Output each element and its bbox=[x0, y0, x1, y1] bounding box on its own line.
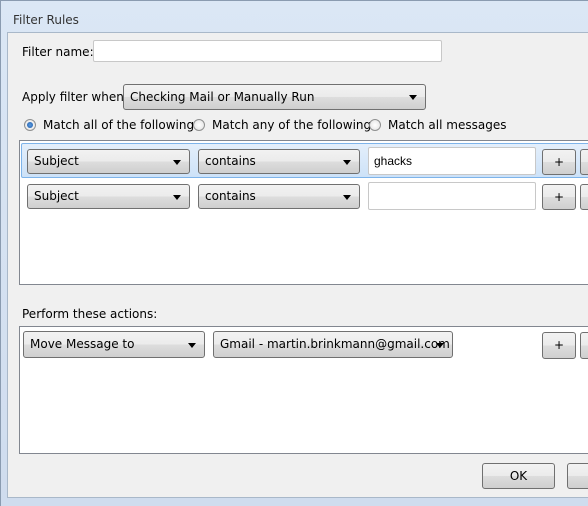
condition-2-remove-button[interactable] bbox=[580, 184, 588, 210]
condition-2-operator-select[interactable]: contains bbox=[198, 184, 360, 209]
action-1-remove-button[interactable] bbox=[580, 332, 588, 359]
action-1-target-value: Gmail - martin.brinkmann@gmail.com bbox=[220, 337, 450, 351]
radio-match-all-messages[interactable] bbox=[369, 119, 381, 131]
perform-actions-label: Perform these actions: bbox=[22, 307, 158, 321]
condition-1-add-button[interactable]: + bbox=[542, 149, 576, 175]
radio-match-any-label[interactable]: Match any of the following bbox=[212, 118, 371, 132]
chevron-down-icon bbox=[173, 160, 181, 165]
condition-1-operator-select[interactable]: contains bbox=[198, 149, 360, 174]
filter-name-input[interactable] bbox=[93, 40, 442, 62]
action-1-type-select[interactable]: Move Message to bbox=[23, 331, 205, 358]
cancel-button[interactable] bbox=[567, 463, 588, 489]
apply-filter-when-select[interactable]: Checking Mail or Manually Run bbox=[123, 84, 426, 110]
action-1-add-button[interactable]: + bbox=[542, 332, 576, 359]
apply-filter-when-label: Apply filter when: bbox=[22, 90, 128, 104]
filter-name-label: Filter name: bbox=[22, 45, 94, 59]
window-title: Filter Rules bbox=[13, 13, 79, 27]
action-1-target-select[interactable]: Gmail - martin.brinkmann@gmail.com bbox=[213, 331, 453, 358]
condition-2-operator-value: contains bbox=[205, 189, 256, 203]
chevron-down-icon bbox=[343, 195, 351, 200]
condition-1-remove-button[interactable] bbox=[580, 149, 588, 175]
condition-1-field-select[interactable]: Subject bbox=[27, 149, 190, 174]
chevron-down-icon bbox=[188, 343, 196, 348]
condition-2-value-input[interactable] bbox=[368, 182, 536, 210]
condition-1-value-input[interactable] bbox=[368, 147, 536, 175]
ok-button[interactable]: OK bbox=[482, 463, 555, 489]
action-1-type-value: Move Message to bbox=[30, 337, 135, 351]
condition-2-add-button[interactable]: + bbox=[542, 184, 576, 210]
radio-match-all-messages-label[interactable]: Match all messages bbox=[388, 118, 506, 132]
condition-1-operator-value: contains bbox=[205, 154, 256, 168]
chevron-down-icon bbox=[343, 160, 351, 165]
apply-filter-when-value: Checking Mail or Manually Run bbox=[130, 90, 315, 104]
chevron-down-icon bbox=[173, 195, 181, 200]
chevron-down-icon bbox=[436, 343, 444, 348]
chevron-down-icon bbox=[409, 95, 417, 100]
condition-2-field-select[interactable]: Subject bbox=[27, 184, 190, 209]
condition-2-field-value: Subject bbox=[34, 189, 79, 203]
condition-1-field-value: Subject bbox=[34, 154, 79, 168]
radio-match-any[interactable] bbox=[193, 119, 205, 131]
radio-match-all[interactable] bbox=[24, 119, 36, 131]
radio-match-all-label[interactable]: Match all of the following bbox=[43, 118, 194, 132]
